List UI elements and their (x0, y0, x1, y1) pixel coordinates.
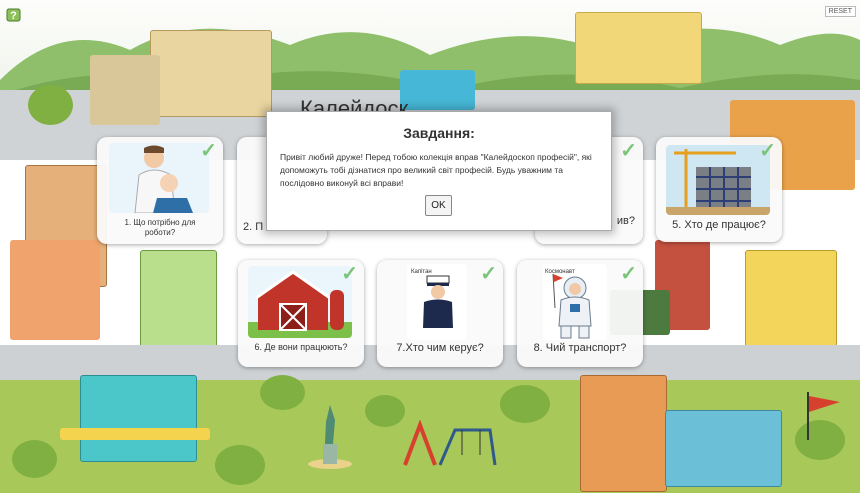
barn-icon (248, 270, 352, 338)
left-building (90, 55, 160, 125)
red-barn-picture (248, 266, 352, 338)
completed-check-icon: ✓ (759, 140, 776, 162)
statue (308, 405, 352, 469)
tree (260, 375, 305, 410)
background-town-scene: Калейдоск (0, 0, 860, 493)
cosmonaut-icon: Космонавт (545, 269, 592, 339)
tile-caption: 1. Що потрібно для роботи? (124, 218, 196, 237)
tree (28, 85, 73, 125)
teal-cafe (80, 375, 197, 462)
green-house (140, 250, 217, 357)
reset-button[interactable]: RESET (824, 6, 856, 17)
tree (215, 445, 265, 485)
completed-check-icon: ✓ (341, 263, 358, 285)
captain-picture: Капітан (407, 264, 467, 340)
yellow-arched-building (575, 12, 702, 84)
completed-check-icon: ✓ (200, 140, 217, 162)
cosmonaut-label: Космонавт (545, 269, 575, 275)
round-orange-building (580, 375, 667, 492)
exercise-tile-1[interactable]: ✓ 1. Що потрібно для роботи? (97, 137, 223, 244)
construction-site-picture (666, 145, 770, 215)
ok-button[interactable]: OK (425, 195, 452, 216)
svg-text:?: ? (10, 10, 17, 22)
completed-check-icon: ✓ (620, 140, 637, 162)
exercise-tile-6[interactable]: ✓ 6. Де вони працюють? (238, 260, 364, 367)
tree (365, 395, 405, 427)
tree (500, 385, 550, 423)
red-flag (807, 392, 840, 440)
help-question-icon[interactable]: ? (6, 7, 22, 23)
exercise-tile-5[interactable]: ✓ 5. Хто де працює? (656, 137, 782, 242)
captain-label: Капітан (411, 269, 432, 275)
blue-tower (400, 70, 475, 110)
captain-icon: Капітан (411, 269, 453, 338)
exercise-tile-8[interactable]: Космонавт ✓ 8. Чий транспорт? (517, 260, 643, 367)
tree (12, 440, 57, 478)
playground-swing (403, 420, 497, 466)
yellow-shop (745, 250, 837, 347)
dentist-with-child-picture (109, 143, 209, 213)
tile-caption: 7.Хто чим керує? (396, 342, 484, 354)
orange-house-left (10, 240, 100, 340)
exercise-tile-7[interactable]: Капітан ✓ 7.Хто чим керує? (377, 260, 503, 367)
tile-caption: 8. Чий транспорт? (533, 342, 627, 354)
cosmonaut-picture: Космонавт (543, 264, 607, 340)
completed-check-icon: ✓ (480, 263, 497, 285)
completed-check-icon: ✓ (620, 263, 637, 285)
blue-glass-building (665, 410, 782, 487)
construction-icon (666, 149, 770, 215)
dialog-title: Завдання: (403, 125, 475, 141)
tile-caption: 6. Де вони працюють? (254, 342, 348, 352)
columned-building (150, 30, 272, 117)
tile-caption: 5. Хто де працює? (672, 219, 766, 231)
cafe-awning (60, 428, 210, 440)
dentist-icon (134, 145, 193, 213)
dialog-text: Привіт любий друже! Перед тобою колекція… (280, 152, 592, 188)
